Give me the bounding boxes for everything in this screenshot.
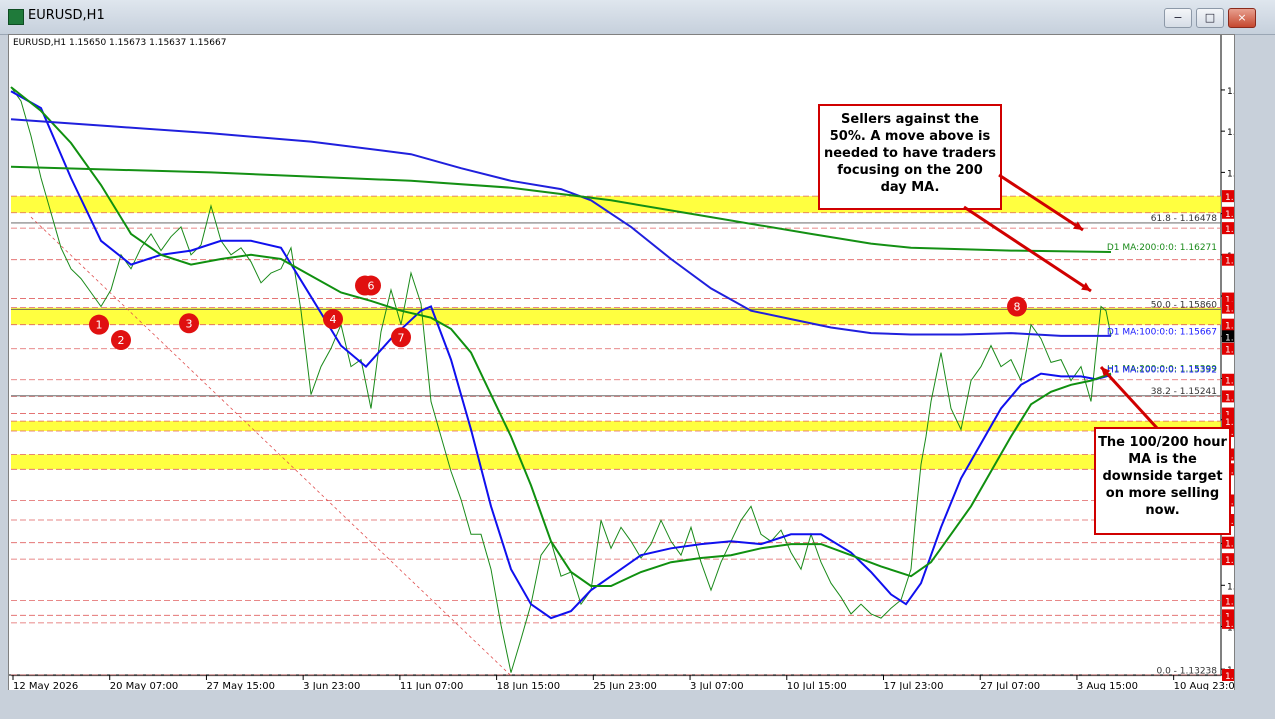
chart-window-icon (8, 9, 24, 25)
price-label: 1.14072 (1225, 556, 1234, 566)
annotation-sellers-line: day MA. (881, 180, 940, 195)
terminal-window: EURUSD,H1 − □ × 1.17430 1.17135 1.16840 1.1… (0, 0, 1275, 719)
wave-marker-label: 7 (398, 331, 405, 344)
fib-retracement-diagonal (30, 216, 512, 676)
price-label: 1.15872 (1225, 305, 1234, 315)
annotation-ma-target-line: downside target (1102, 469, 1222, 484)
annotation-sellers-line: Sellers against the (841, 112, 979, 127)
window-title: EURUSD,H1 (28, 8, 105, 23)
ma-label: D1 MA:100:0:0: 1.15667 (1107, 327, 1217, 337)
annotation-sellers-line: focusing on the 200 (837, 163, 983, 178)
ma-label: H1 MA:100:0:0: 1.15392 (1107, 366, 1217, 376)
wave-marker-label: 2 (118, 334, 125, 347)
support-resistance-zone (11, 421, 1221, 432)
maximize-button[interactable]: □ (1196, 8, 1224, 28)
price-label: 1.15578 (1225, 346, 1234, 356)
x-tick-label: 3 Jul 07:00 (690, 681, 744, 690)
annotation-sellers-line: 50%. A move above is (830, 129, 991, 144)
wave-marker-label: 6 (368, 280, 375, 293)
x-tick-label: 25 Jun 23:00 (593, 681, 657, 690)
x-tick-label: 3 Aug 15:00 (1077, 681, 1138, 690)
annotation-ma-target-line: MA is the (1128, 452, 1197, 467)
x-tick-label: 11 Jun 07:00 (400, 681, 464, 690)
price-label: 1.16670 (1225, 193, 1234, 203)
x-tick-label: 27 Jul 07:00 (980, 681, 1040, 690)
y-tick-label: 1.16840 (1227, 169, 1234, 179)
wave-marker-label: 4 (330, 313, 337, 326)
x-tick-label: 20 May 07:00 (110, 681, 179, 690)
price-label: 1.15750 (1225, 322, 1234, 332)
fib-label: 0.0 - 1.13238 (1157, 667, 1218, 677)
y-tick-label: 1.17430 (1227, 87, 1234, 97)
x-tick-label: 3 Jun 23:00 (303, 681, 360, 690)
close-button[interactable]: × (1228, 8, 1256, 28)
annotation-sellers-line: needed to have traders (824, 146, 996, 161)
x-tick-label: 27 May 15:00 (206, 681, 275, 690)
arrow-to-hourly-ma (1099, 365, 1159, 430)
price-chart-area[interactable]: 1.174301.171351.168401.165451.162501.159… (8, 34, 1235, 691)
annotation-ma-target-line: now. (1145, 503, 1179, 518)
annotation-ma-target-line: The 100/200 hour (1098, 435, 1227, 450)
price-label: 1.16551 (1225, 210, 1234, 220)
wave-marker-label: 8 (1014, 301, 1021, 314)
current-price-label: 1.15667 (1225, 333, 1234, 343)
annotation-ma-target-line: on more selling (1106, 486, 1219, 501)
x-tick-label: 12 May 2026 (13, 681, 78, 690)
status-bar (0, 690, 1275, 719)
title-bar[interactable]: EURUSD,H1 − □ × (0, 0, 1275, 35)
price-label: 1.14190 (1225, 540, 1234, 550)
support-resistance-zone (11, 196, 1221, 213)
fib-label: 50.0 - 1.15860 (1151, 300, 1217, 310)
y-tick-label: 1.13885 (1227, 582, 1234, 592)
ma-label: D1 MA:200:0:0: 1.16271 (1107, 243, 1217, 253)
price-label: 1.13775 (1225, 598, 1234, 608)
support-resistance-zone (11, 454, 1221, 470)
price-label: 1.15237 (1225, 393, 1234, 403)
price-chart: 1.174301.171351.168401.165451.162501.159… (9, 35, 1234, 690)
wave-marker-label: 1 (96, 319, 103, 332)
x-tick-label: 18 Jun 15:00 (497, 681, 561, 690)
x-tick-label: 10 Jul 15:00 (787, 681, 847, 690)
fib-label: 38.2 - 1.15241 (1151, 387, 1217, 397)
x-tick-label: 10 Aug 23:00 (1174, 681, 1234, 690)
y-tick-label: 1.17135 (1227, 128, 1234, 138)
minimize-button[interactable]: − (1164, 8, 1192, 28)
price-label: 1.15356 (1225, 377, 1234, 387)
price-label: 1.13616 (1225, 620, 1234, 630)
chart-symbol-header: EURUSD,H1 1.15650 1.15673 1.15637 1.1566… (13, 38, 226, 48)
price-label: 1.16215 (1225, 257, 1234, 267)
fib-label: 61.8 - 1.16478 (1151, 214, 1217, 224)
x-tick-label: 17 Jul 23:00 (883, 681, 943, 690)
price-label: 1.16441 (1225, 225, 1234, 235)
wave-marker-label: 3 (186, 317, 193, 330)
